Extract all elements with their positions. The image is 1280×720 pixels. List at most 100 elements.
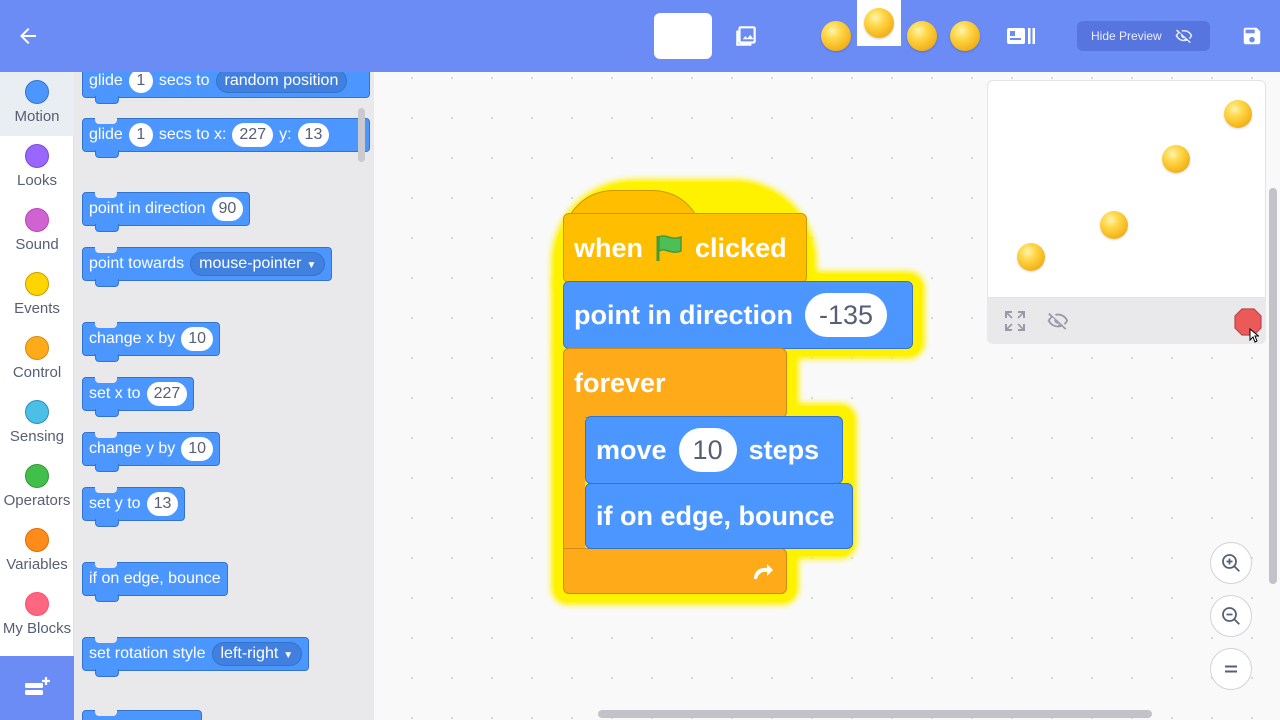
sprite-thumbnail[interactable]	[907, 21, 937, 51]
workspace-horizontal-scrollbar[interactable]	[598, 710, 1152, 718]
point-towards-block[interactable]: point towards mouse-pointer ▼	[82, 247, 333, 287]
block-text: set y to	[89, 495, 141, 512]
sprite-ball[interactable]	[1162, 145, 1190, 173]
sprite-thumbnail[interactable]	[821, 21, 851, 51]
category-control[interactable]: Control	[0, 328, 74, 392]
save-button[interactable]	[1236, 20, 1268, 52]
category-sensing[interactable]: Sensing	[0, 392, 74, 456]
hide-preview-button[interactable]: Hide Preview	[1077, 21, 1210, 51]
towards-dropdown[interactable]: mouse-pointer ▼	[190, 252, 326, 276]
zoom-out-icon	[1222, 607, 1240, 625]
set-y-block[interactable]: set y to 13	[82, 487, 186, 527]
save-icon	[1243, 27, 1261, 45]
events-category-dot	[25, 272, 49, 296]
block-text: secs to x:	[158, 126, 227, 143]
sprite-thumbnail[interactable]	[950, 21, 980, 51]
equals-icon	[1225, 665, 1237, 673]
change-x-block[interactable]: change x by 10	[82, 322, 221, 362]
x-input[interactable]: 227	[232, 123, 274, 147]
category-operators[interactable]: Operators	[0, 456, 74, 520]
operators-category-dot	[25, 464, 49, 488]
y-input[interactable]: 13	[297, 123, 330, 147]
block-text: if on edge, bounce	[596, 500, 835, 531]
forever-block[interactable]: forever	[563, 348, 787, 418]
sprite-ball[interactable]	[1224, 100, 1252, 128]
block-text: glide	[89, 72, 123, 89]
point-in-direction-block[interactable]: point in direction 90	[82, 192, 251, 232]
if-on-edge-bounce-block[interactable]: if on edge, bounce	[585, 483, 853, 549]
category-label: Sound	[15, 236, 59, 253]
glide-xy-block[interactable]: glide 1 secs to x: 227 y: 13	[82, 118, 370, 158]
category-sidebar: Motion Looks Sound Events Control Sensin…	[0, 72, 74, 720]
when-flag-clicked-block[interactable]: when clicked	[563, 213, 807, 283]
category-my-blocks[interactable]: My Blocks	[0, 584, 74, 648]
category-motion[interactable]: Motion	[0, 72, 74, 136]
next-block-partial[interactable]	[82, 710, 202, 720]
category-label: Motion	[14, 108, 60, 125]
zoom-reset-button[interactable]	[1210, 648, 1252, 690]
fullscreen-button[interactable]	[1002, 308, 1028, 334]
add-extension-button[interactable]	[0, 656, 74, 720]
toggle-visibility-button[interactable]	[1044, 308, 1072, 334]
category-variables[interactable]: Variables	[0, 520, 74, 584]
move-steps-block[interactable]: move 10 steps	[585, 416, 843, 484]
set-x-block[interactable]: set x to 227	[82, 377, 195, 417]
block-text: clicked	[695, 232, 787, 263]
set-rotation-style-block[interactable]: set rotation style left-right ▼	[82, 637, 310, 677]
point-in-direction-block[interactable]: point in direction -135	[563, 281, 913, 349]
sensing-category-dot	[25, 400, 49, 424]
block-text: y:	[279, 126, 292, 143]
target-dropdown[interactable]: random position	[215, 72, 348, 93]
block-text: change y by	[89, 440, 176, 457]
sprite-ball[interactable]	[1017, 243, 1045, 271]
backdrop-image-icon	[736, 26, 756, 46]
backdrop-button[interactable]	[730, 20, 762, 52]
eye-off-icon	[1175, 29, 1192, 44]
dropdown-value: random position	[224, 72, 339, 89]
fullscreen-icon	[1005, 311, 1025, 331]
category-sound[interactable]: Sound	[0, 200, 74, 264]
back-button[interactable]	[12, 20, 44, 52]
block-text: steps	[748, 434, 820, 465]
steps-input[interactable]: 10	[678, 428, 737, 472]
direction-input[interactable]: -135	[804, 293, 888, 337]
value-input[interactable]: 10	[181, 327, 214, 351]
palette-scrollbar[interactable]	[358, 108, 365, 162]
stage-thumbnail[interactable]	[654, 13, 712, 59]
layout-toggle-button[interactable]	[1004, 20, 1038, 52]
block-text: move	[596, 434, 667, 465]
glide-random-block[interactable]: glide 1 secs to random position	[82, 72, 370, 104]
secs-input[interactable]: 1	[128, 123, 153, 147]
secs-input[interactable]: 1	[128, 72, 153, 93]
back-arrow-icon	[20, 28, 36, 44]
hide-preview-label: Hide Preview	[1091, 29, 1162, 43]
block-palette: glide 1 secs to random position glide 1 …	[74, 72, 374, 720]
value-input[interactable]: 10	[181, 437, 214, 461]
variables-category-dot	[25, 528, 49, 552]
workspace-vertical-scrollbar[interactable]	[1269, 188, 1277, 584]
stage-preview[interactable]	[987, 80, 1266, 298]
zoom-out-button[interactable]	[1210, 595, 1252, 637]
my-blocks-category-dot	[25, 592, 49, 616]
layout-toggle-icon	[1007, 28, 1035, 44]
category-label: Operators	[3, 492, 71, 509]
sprite-ball[interactable]	[1100, 211, 1128, 239]
mouse-cursor-icon	[1249, 328, 1259, 343]
block-text: change x by	[89, 330, 176, 347]
value-input[interactable]: 13	[146, 492, 179, 516]
zoom-in-button[interactable]	[1210, 542, 1252, 584]
looks-category-dot	[25, 144, 49, 168]
direction-input[interactable]: 90	[211, 197, 244, 221]
forever-block-bottom	[563, 548, 787, 594]
sprite-thumbnail-selected[interactable]	[864, 8, 894, 38]
category-events[interactable]: Events	[0, 264, 74, 328]
rotation-dropdown[interactable]: left-right ▼	[211, 642, 303, 666]
block-text: point in direction	[574, 299, 793, 330]
top-bar: Hide Preview	[0, 0, 1280, 72]
category-looks[interactable]: Looks	[0, 136, 74, 200]
if-on-edge-bounce-block[interactable]: if on edge, bounce	[82, 562, 228, 602]
change-y-block[interactable]: change y by 10	[82, 432, 221, 472]
value-input[interactable]: 227	[146, 382, 188, 406]
eye-off-icon	[1047, 313, 1069, 330]
dropdown-value: left-right	[220, 645, 279, 662]
